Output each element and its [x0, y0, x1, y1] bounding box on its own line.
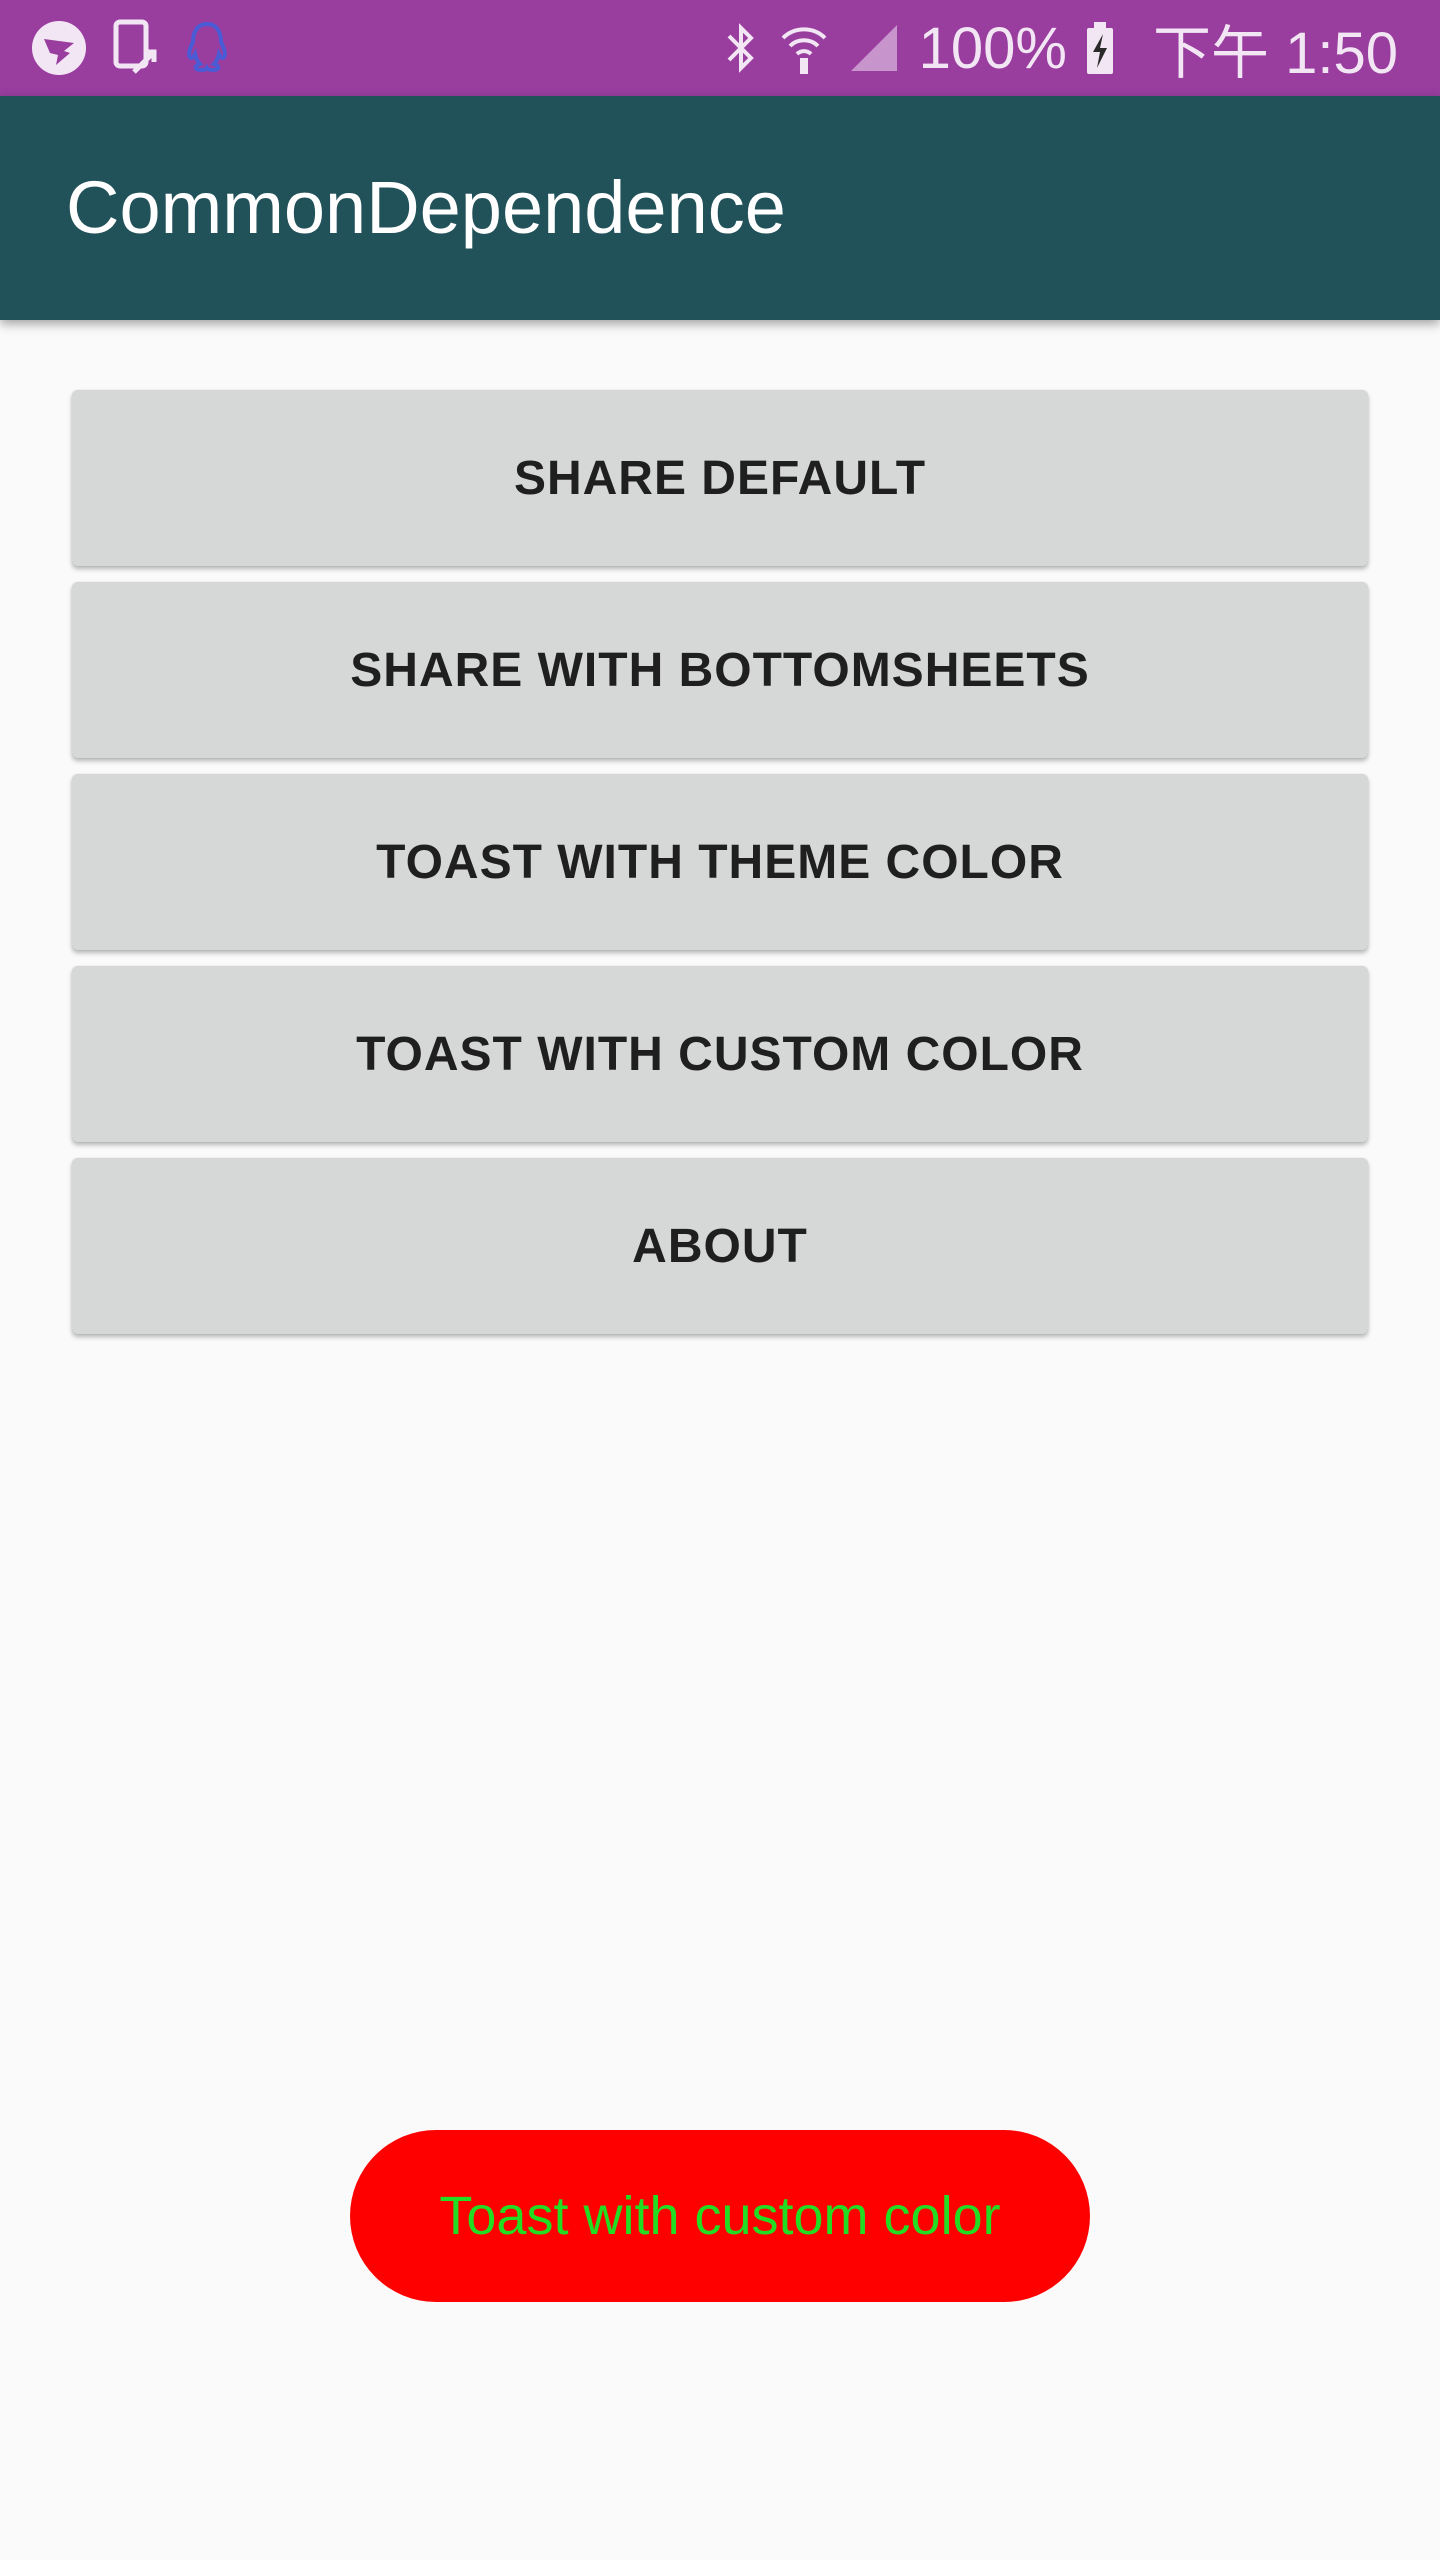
toast-message: Toast with custom color [350, 2130, 1090, 2302]
status-bar: 100% 下午 1:50 [0, 0, 1440, 96]
status-bar-right: 100% 下午 1:50 [721, 0, 1398, 96]
bluetooth-icon [721, 20, 761, 76]
app-title: CommonDependence [66, 166, 786, 249]
signal-icon [847, 21, 901, 75]
battery-charging-icon [1085, 20, 1115, 76]
share-default-button[interactable]: SHARE DEFAULT [72, 390, 1368, 566]
status-bar-left [30, 0, 232, 96]
toast-with-custom-color-button[interactable]: TOAST WITH CUSTOM COLOR [72, 966, 1368, 1142]
about-button[interactable]: ABOUT [72, 1158, 1368, 1334]
wifi-icon [779, 20, 829, 76]
app-bar: CommonDependence [0, 96, 1440, 320]
qq-icon [182, 18, 232, 78]
battery-percent: 100% [918, 15, 1067, 81]
screen-share-icon [110, 18, 160, 78]
share-with-bottomsheets-button[interactable]: SHARE WITH BOTTOMSHEETS [72, 582, 1368, 758]
dingtalk-icon [30, 19, 88, 77]
toast-with-theme-color-button[interactable]: TOAST WITH THEME COLOR [72, 774, 1368, 950]
status-time: 下午 1:50 [1153, 21, 1398, 86]
